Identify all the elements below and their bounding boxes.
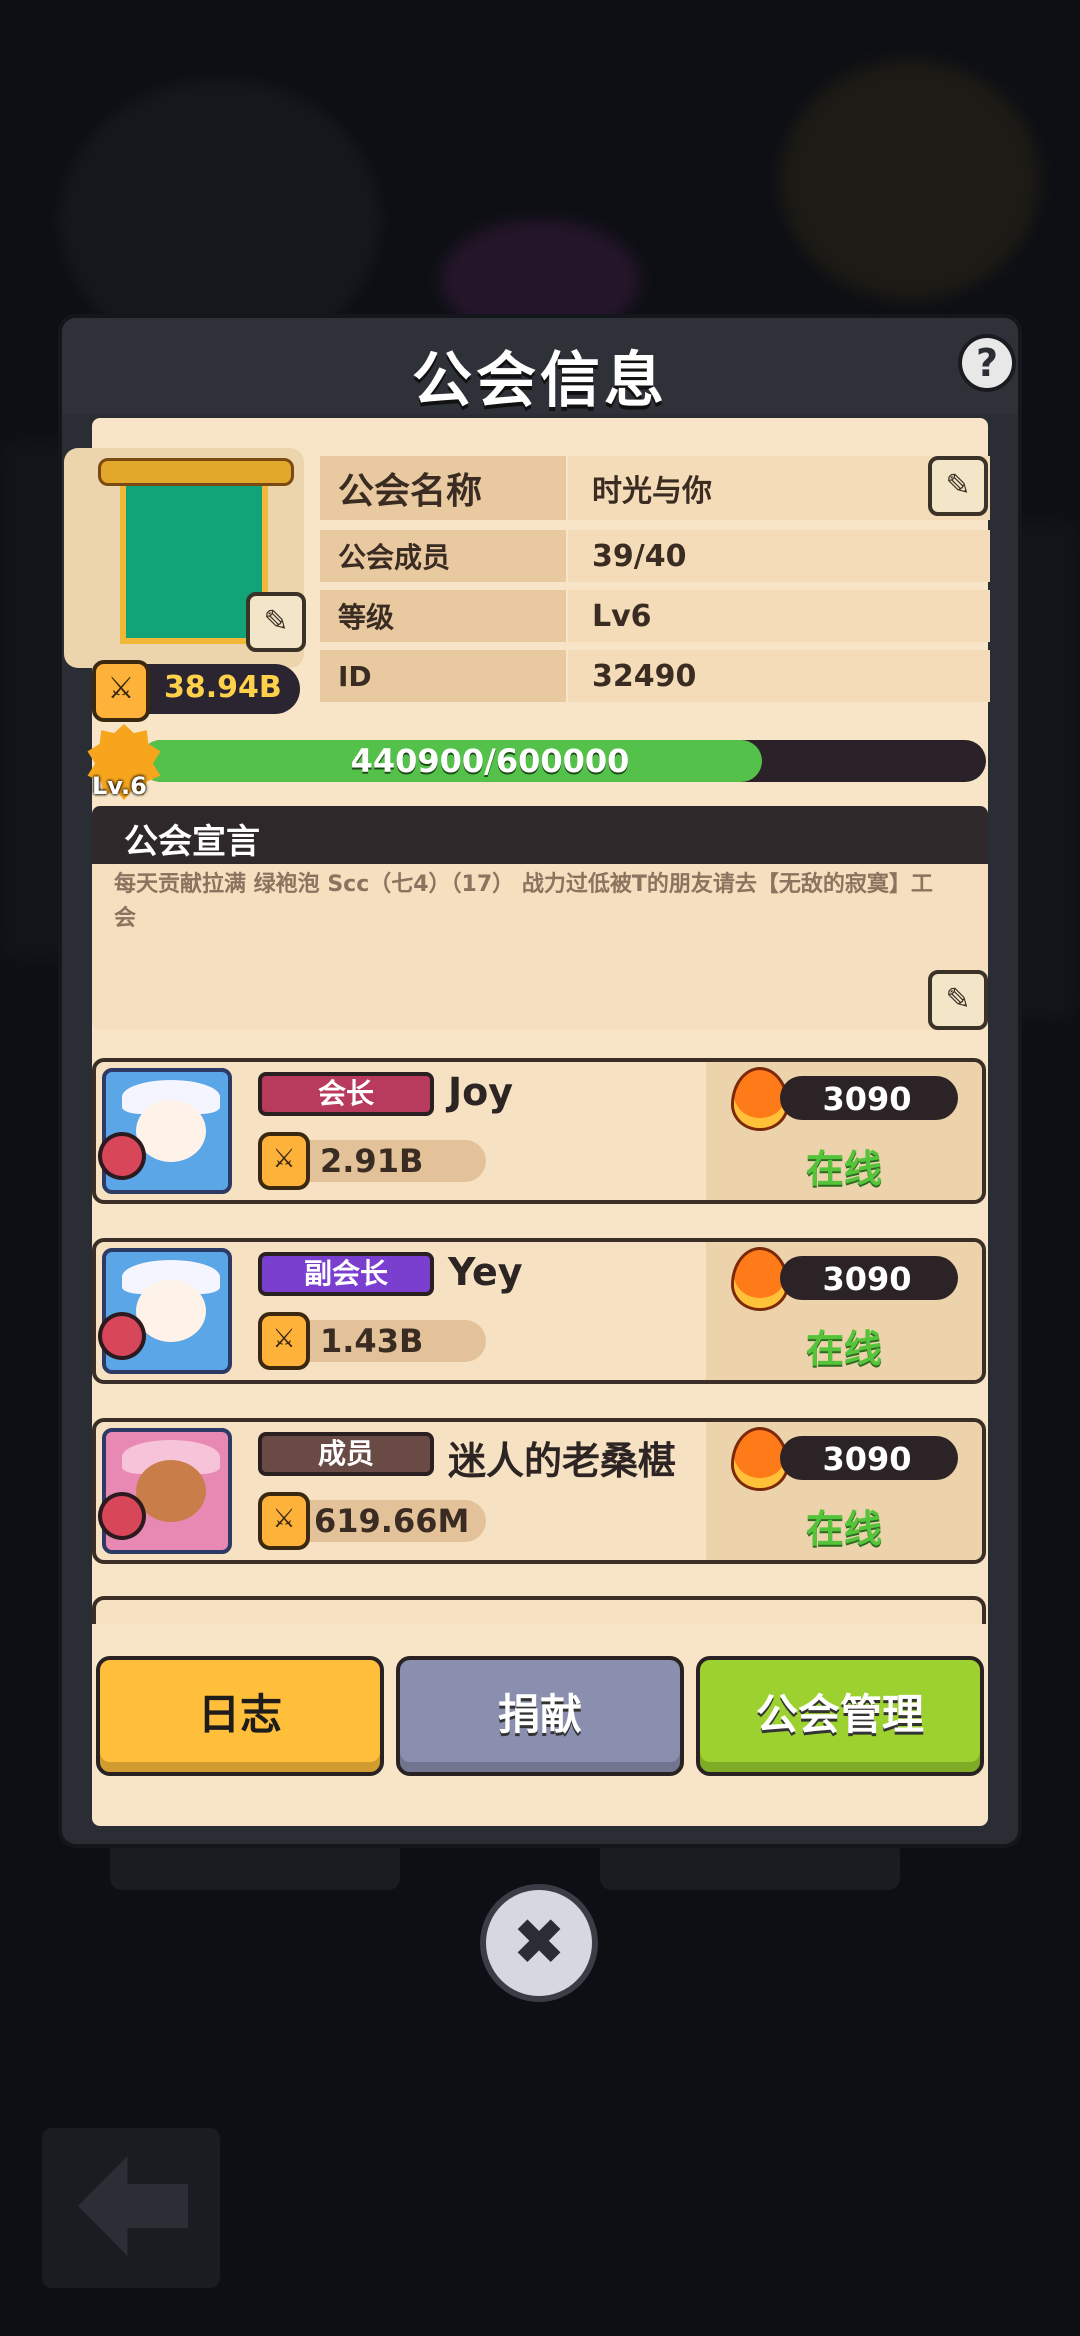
- info-label: 公会成员: [320, 530, 566, 582]
- member-role: 副会长: [258, 1252, 434, 1296]
- edit-emblem-icon[interactable]: ✎: [246, 592, 306, 652]
- rose-icon: [102, 1316, 142, 1356]
- member-row[interactable]: 成员 迷人的老桑椹 ⚔ 619.66M 3090 在线: [92, 1418, 986, 1564]
- member-avatar[interactable]: [102, 1248, 232, 1374]
- sword-icon: ⚔: [258, 1132, 310, 1190]
- guild-emblem-rod: [98, 458, 294, 486]
- member-power-value: 2.91B: [320, 1142, 424, 1180]
- sword-icon: ⚔: [92, 660, 150, 722]
- declaration-header: 公会宣言: [92, 806, 988, 864]
- dialog-header: 公会信息 ?: [62, 318, 1018, 416]
- info-row-guild-name: 公会名称 时光与你: [320, 456, 990, 520]
- level-badge: Lv.6: [92, 772, 147, 800]
- member-row[interactable]: 副会长 Yey ⚔ 1.43B 3090 在线: [92, 1238, 986, 1384]
- avatar-face: [136, 1280, 206, 1342]
- info-label: 公会名称: [320, 456, 566, 520]
- avatar-face: [136, 1460, 206, 1522]
- member-power-value: 619.66M: [314, 1502, 470, 1540]
- sword-icon: ⚔: [258, 1492, 310, 1550]
- sword-icon: ⚔: [258, 1312, 310, 1370]
- info-value: Lv6: [568, 590, 990, 642]
- declaration-title: 公会宣言: [124, 822, 260, 862]
- member-avatar[interactable]: [102, 1428, 232, 1554]
- log-button[interactable]: 日志: [96, 1656, 384, 1776]
- info-value: 39/40: [568, 530, 990, 582]
- edit-declaration-icon[interactable]: ✎: [928, 970, 988, 1030]
- declaration-text: 每天贡献拉满 绿袍泡 Scc（七4）（17） 战力过低被T的朋友请去【无敌的寂寞…: [114, 872, 933, 931]
- close-icon[interactable]: ✖: [486, 1890, 592, 1996]
- guild-xp-text: 440900/600000: [350, 742, 630, 780]
- member-power: ⚔ 1.43B: [258, 1312, 486, 1370]
- rose-icon: [102, 1136, 142, 1176]
- info-value: 32490: [568, 650, 990, 702]
- member-power-value: 1.43B: [320, 1322, 424, 1360]
- member-avatar[interactable]: [102, 1068, 232, 1194]
- info-row-id: ID 32490: [320, 650, 990, 702]
- member-activity: 3090: [780, 1436, 958, 1480]
- donate-button[interactable]: 捐献: [396, 1656, 684, 1776]
- dialog-title: 公会信息: [412, 346, 668, 416]
- guild-power: ⚔ 38.94B: [92, 660, 300, 722]
- member-activity-value: 3090: [822, 1260, 912, 1298]
- member-role: 会长: [258, 1072, 434, 1116]
- background-shape: [110, 1840, 400, 1890]
- info-label: ID: [320, 650, 566, 702]
- info-row-members: 公会成员 39/40: [320, 530, 990, 582]
- member-row-partial[interactable]: [92, 1596, 986, 1624]
- member-row[interactable]: 会长 Joy ⚔ 2.91B 3090 在线: [92, 1058, 986, 1204]
- avatar-face: [136, 1100, 206, 1162]
- background-shape: [780, 60, 1040, 300]
- member-activity: 3090: [780, 1076, 958, 1120]
- background-shape: [600, 1840, 900, 1890]
- help-icon[interactable]: ?: [962, 338, 1012, 388]
- info-row-level: 等级 Lv6: [320, 590, 990, 642]
- member-status: 在线: [806, 1147, 883, 1191]
- member-activity: 3090: [780, 1256, 958, 1300]
- member-activity-value: 3090: [822, 1440, 912, 1478]
- guild-power-value: 38.94B: [164, 670, 282, 705]
- member-activity-value: 3090: [822, 1080, 912, 1118]
- member-name: 迷人的老桑椹: [448, 1439, 677, 1483]
- info-value: 时光与你: [568, 456, 990, 520]
- member-name: Yey: [448, 1250, 523, 1294]
- member-name: Joy: [448, 1070, 514, 1114]
- edit-name-icon[interactable]: ✎: [928, 456, 988, 516]
- guild-manage-button[interactable]: 公会管理: [696, 1656, 984, 1776]
- member-status: 在线: [806, 1327, 883, 1371]
- info-label: 等级: [320, 590, 566, 642]
- rose-icon: [102, 1496, 142, 1536]
- member-role: 成员: [258, 1432, 434, 1476]
- member-status: 在线: [806, 1507, 883, 1551]
- guild-xp-bar: 440900/600000: [140, 740, 986, 782]
- member-power: ⚔ 619.66M: [258, 1492, 486, 1550]
- member-power: ⚔ 2.91B: [258, 1132, 486, 1190]
